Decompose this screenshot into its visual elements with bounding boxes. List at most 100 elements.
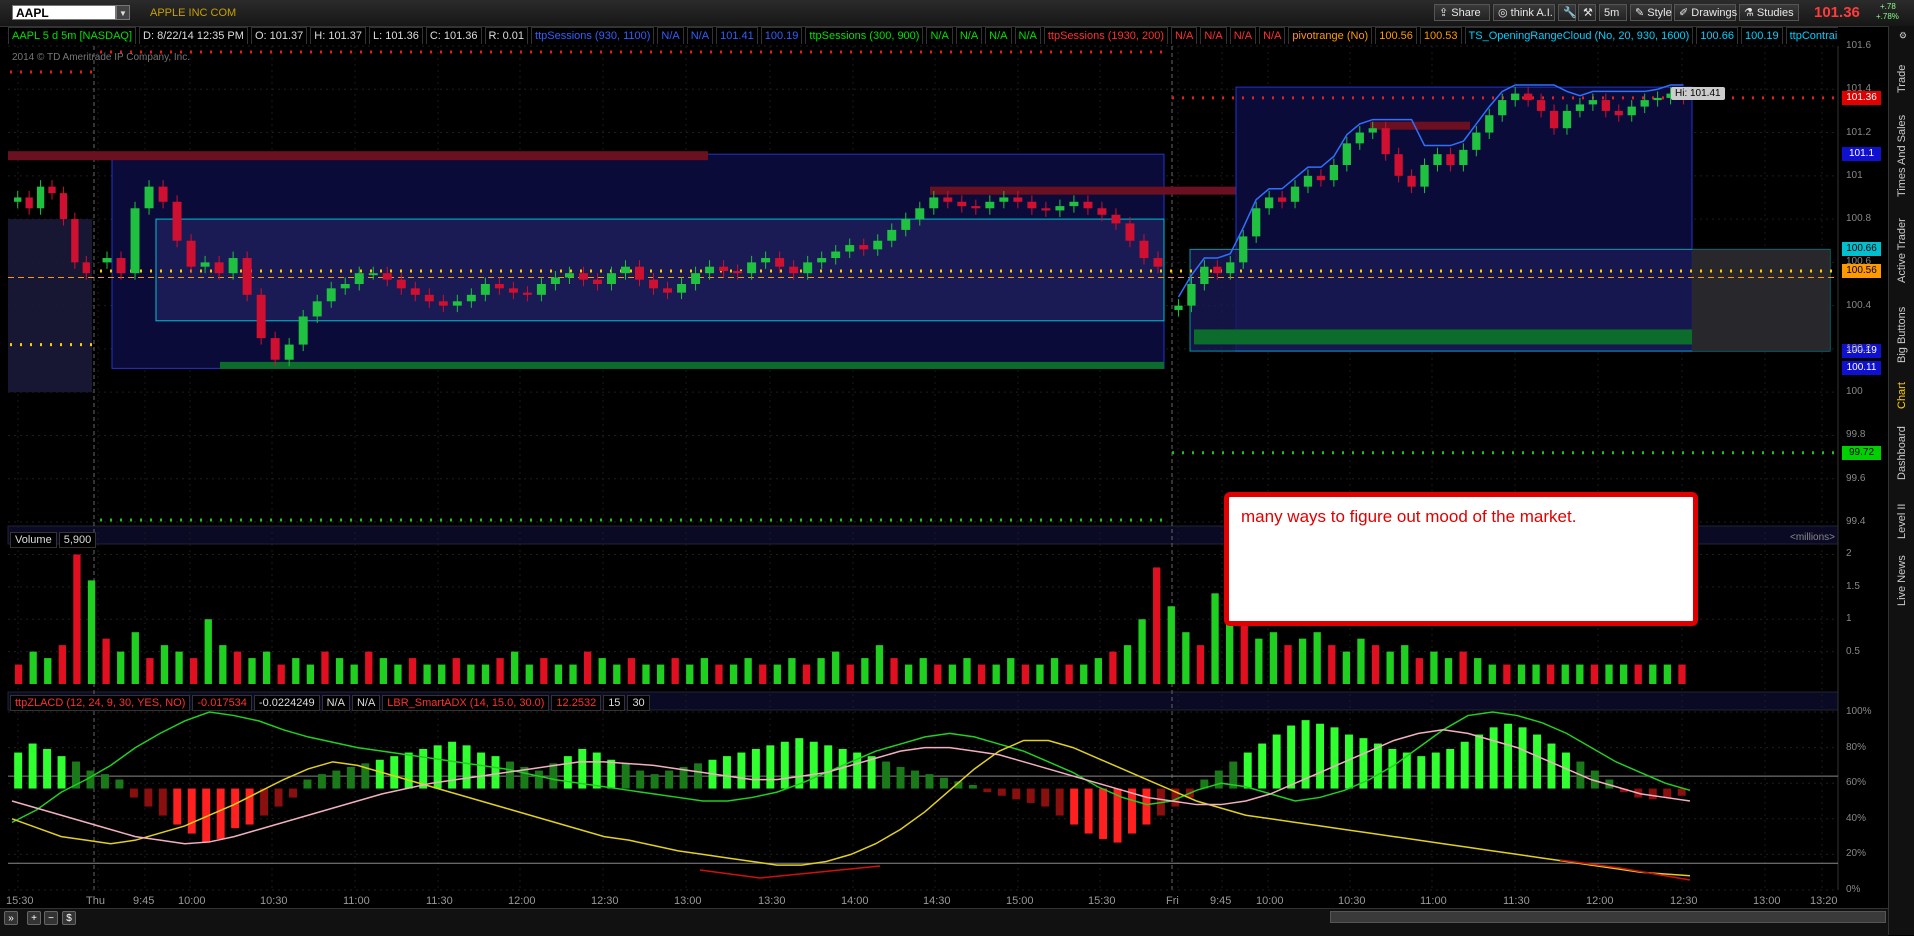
volume-bar xyxy=(1284,645,1292,684)
volume-bar xyxy=(1430,651,1438,684)
study-legend-item[interactable]: N/A xyxy=(686,27,714,44)
annotation-text: many ways to figure out mood of the mark… xyxy=(1241,507,1577,526)
study-legend-item[interactable]: D: 8/22/14 12:35 PM xyxy=(139,27,248,44)
volume-bar xyxy=(73,554,81,684)
toolbar-button-share-icon[interactable]: ⇪ Share xyxy=(1434,4,1490,21)
study-legend-item[interactable]: pivotrange (No) xyxy=(1288,27,1373,44)
lower_label-item[interactable]: 30 xyxy=(627,695,650,711)
toolbar-button-style-icon[interactable]: ✎ Style xyxy=(1630,4,1672,21)
study-legend-item[interactable]: AAPL 5 d 5m [NASDAQ] xyxy=(8,27,137,44)
sidebar-tab-big-buttons[interactable]: Big Buttons xyxy=(1891,301,1913,369)
study-legend-item[interactable]: 100.19 xyxy=(1740,27,1783,44)
volume_label-item[interactable]: Volume xyxy=(10,532,57,548)
study-legend-item[interactable]: C: 101.36 xyxy=(425,27,482,44)
study-legend-item[interactable]: 100.19 xyxy=(760,27,803,44)
study-legend-item[interactable]: R: 0.01 xyxy=(484,27,529,44)
study-legend-item[interactable]: L: 101.36 xyxy=(368,27,423,44)
study-legend-item[interactable]: N/A xyxy=(1200,27,1227,44)
study-legend-item[interactable]: N/A xyxy=(1171,27,1198,44)
volume-bar xyxy=(219,645,227,684)
day2-candle-body xyxy=(1653,97,1662,101)
volume-bar xyxy=(1415,658,1423,684)
study-legend-item[interactable]: H: 101.37 xyxy=(310,27,366,44)
price-axis-label: 100.8 xyxy=(1846,213,1872,225)
study-legend-item[interactable]: N/A xyxy=(1014,27,1041,44)
sidebar-tab-level-ii[interactable]: Level II xyxy=(1891,496,1913,546)
sidebar-tab-trade[interactable]: Trade xyxy=(1891,56,1913,101)
volume-bar xyxy=(525,664,533,684)
chart-horizontal-scrollbar[interactable] xyxy=(1330,911,1886,923)
zlacd-histogram-bar xyxy=(1663,788,1672,798)
zlacd-histogram-bar xyxy=(737,752,746,789)
lower_label-item[interactable]: N/A xyxy=(351,695,381,711)
sidebar-gear-icon[interactable]: ⚙ xyxy=(1891,27,1913,41)
day1-candle-body xyxy=(522,292,532,295)
sidebar-tab-active-trader[interactable]: Active Trader xyxy=(1891,211,1913,291)
sidebar-tab-times-and-sales[interactable]: Times And Sales xyxy=(1891,111,1913,201)
toolbar-button-tf-4[interactable]: 5m xyxy=(1599,4,1627,21)
lower_label-item[interactable]: -0.017534 xyxy=(192,695,252,711)
zlacd-histogram-bar xyxy=(563,756,572,789)
style-icon: ✎ xyxy=(1635,7,1648,19)
day1-candle-body xyxy=(803,262,813,274)
symbol-input[interactable]: AAPL xyxy=(12,5,116,20)
lower_label-item[interactable]: 12.2532 xyxy=(551,695,602,711)
study-legend-item[interactable]: 101.41 xyxy=(716,27,758,44)
toolbar-button-label: Style xyxy=(1647,7,1672,19)
toolbar-button-think-ai-icon[interactable]: ◎ think A.I. xyxy=(1493,4,1555,21)
volume-bar xyxy=(306,664,315,684)
zlacd-histogram-bar xyxy=(1084,788,1093,834)
expand-icon[interactable]: » xyxy=(4,911,18,925)
toolbar-button-tools-icon[interactable]: ⚒ xyxy=(1578,4,1596,21)
chart-canvas[interactable] xyxy=(0,0,1914,935)
zlacd-histogram-bar xyxy=(231,788,240,829)
toolbar-button-label: Drawings xyxy=(1691,7,1738,19)
toolbar-button-wrench-icon[interactable]: 🔧 xyxy=(1558,4,1577,21)
study-legend-item[interactable]: ttpContrails (30) xyxy=(1785,27,1838,44)
study-legend-item[interactable]: N/A xyxy=(926,27,953,44)
zlacd-histogram-bar xyxy=(534,770,543,789)
annotation-note[interactable]: many ways to figure out mood of the mark… xyxy=(1224,492,1698,626)
zlacd-histogram-bar xyxy=(1012,788,1021,800)
lower_label-item[interactable]: LBR_SmartADX (14, 15.0, 30.0) xyxy=(382,695,550,711)
study-legend-item[interactable]: N/A xyxy=(1229,27,1257,44)
day1-candle-body xyxy=(915,208,925,220)
study-legend-item[interactable]: TS_OpeningRangeCloud (No, 20, 930, 1600) xyxy=(1464,27,1694,44)
study-legend-item[interactable]: O: 101.37 xyxy=(250,27,308,44)
zoom-in-icon[interactable]: + xyxy=(27,911,41,925)
lower_label-item[interactable]: N/A xyxy=(321,695,350,711)
prior-session-box xyxy=(8,219,92,393)
lower_label-item[interactable]: 15 xyxy=(603,695,626,711)
volume-bar xyxy=(1503,664,1511,684)
day2-candle-body xyxy=(1381,128,1390,155)
toolbar-button-drawings-icon[interactable]: ✐ Drawings xyxy=(1674,4,1738,21)
study-legend-item[interactable]: N/A xyxy=(1259,27,1286,44)
toolbar-button-studies-icon[interactable]: ⚗ Studies xyxy=(1739,4,1799,21)
sidebar-tab-dashboard[interactable]: Dashboard xyxy=(1891,421,1913,486)
study-legend-item[interactable]: N/A xyxy=(657,27,684,44)
study-legend-item[interactable]: 100.56 xyxy=(1375,27,1417,44)
day1-candle-body xyxy=(340,284,350,289)
lower_label-item[interactable]: -0.0224249 xyxy=(253,695,320,711)
day1-candle-body xyxy=(172,201,182,241)
volume-bar xyxy=(190,658,198,684)
dollar-icon[interactable]: $ xyxy=(62,911,76,925)
study-legend-item[interactable]: N/A xyxy=(955,27,983,44)
zoom-out-icon[interactable]: − xyxy=(44,911,58,925)
study-legend-item[interactable]: ttpSessions (1930, 200) xyxy=(1043,27,1169,44)
sidebar-tab-live-news[interactable]: Live News xyxy=(1891,551,1913,611)
time-axis-label: 13:20 xyxy=(1810,895,1838,907)
lower_label-item[interactable]: ttpZLACD (12, 24, 9, 30, YES, NO) xyxy=(10,695,191,711)
sidebar-tab-chart[interactable]: Chart xyxy=(1891,376,1913,416)
study-legend-item[interactable]: 100.53 xyxy=(1419,27,1462,44)
study-legend-item[interactable]: 100.66 xyxy=(1696,27,1738,44)
study-legend-item[interactable]: ttpSessions (300, 900) xyxy=(805,27,924,44)
volume-legend: Volume 5,900 xyxy=(10,532,98,548)
tools-icon: ⚒ xyxy=(1583,7,1593,19)
study-legend-item[interactable]: N/A xyxy=(985,27,1012,44)
prior-candle-body xyxy=(25,197,33,209)
volume-bar xyxy=(1065,664,1073,684)
symbol-dropdown-icon[interactable]: ▼ xyxy=(116,5,130,20)
volume_label-item[interactable]: 5,900 xyxy=(58,532,97,548)
study-legend-item[interactable]: ttpSessions (930, 1100) xyxy=(531,27,655,44)
